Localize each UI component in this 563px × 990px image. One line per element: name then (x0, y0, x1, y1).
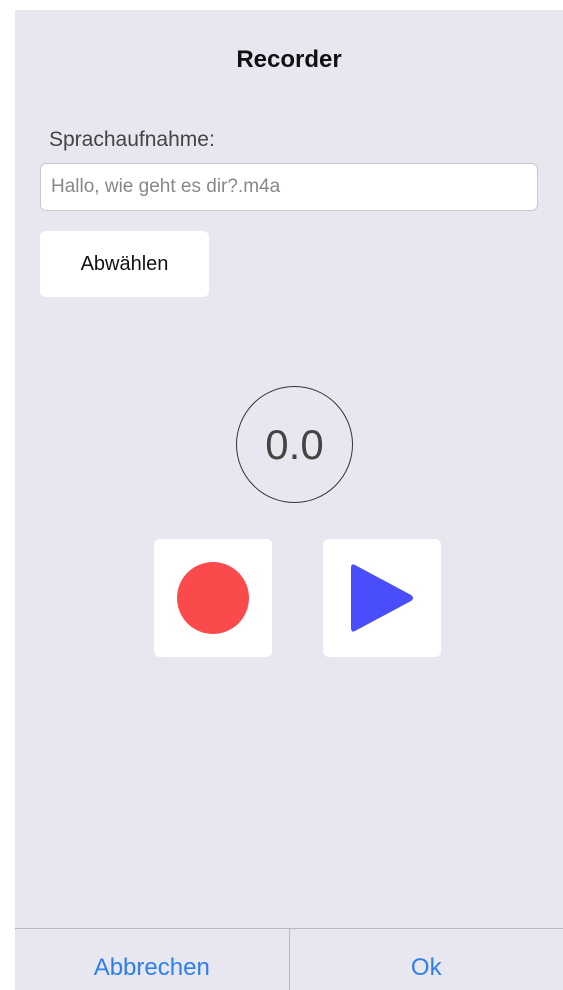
record-button[interactable] (154, 539, 272, 657)
screen: Recorder Sprachaufnahme: Abwählen 0.0 Ab… (0, 0, 563, 990)
play-button[interactable] (323, 539, 441, 657)
dialog-title: Recorder (236, 46, 342, 73)
record-icon (177, 562, 249, 634)
deselect-button[interactable]: Abwählen (40, 231, 209, 297)
ok-button[interactable]: Ok (290, 929, 563, 990)
dialog-footer: Abbrechen Ok (15, 928, 563, 990)
recorder-dialog: Recorder Sprachaufnahme: Abwählen 0.0 Ab… (15, 10, 563, 990)
elapsed-timer: 0.0 (236, 386, 353, 503)
elapsed-time-value: 0.0 (265, 420, 324, 468)
play-icon (351, 564, 413, 632)
recording-filename-input[interactable] (40, 163, 538, 211)
recording-label: Sprachaufnahme: (49, 128, 215, 151)
cancel-button[interactable]: Abbrechen (15, 929, 289, 990)
